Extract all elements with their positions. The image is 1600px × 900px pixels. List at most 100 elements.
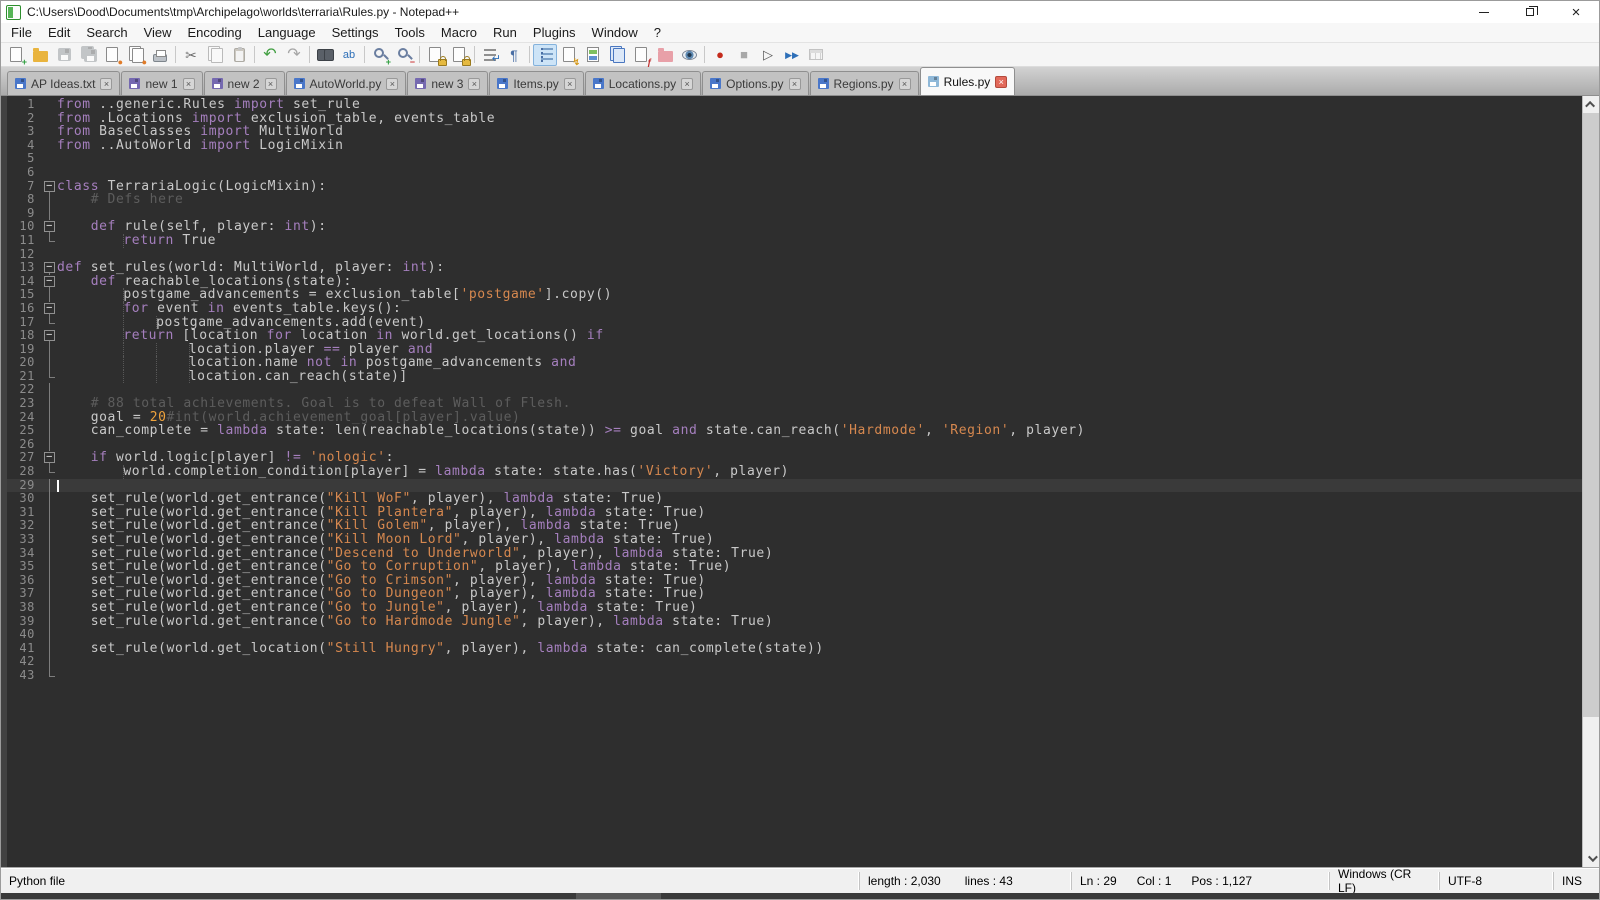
undo-icon[interactable]: ↶ — [258, 44, 282, 66]
fold-collapse-box[interactable]: – — [41, 329, 57, 343]
tab-close-icon[interactable]: × — [681, 78, 693, 90]
tab-new-2[interactable]: new 2× — [204, 71, 285, 95]
fold-collapse-box[interactable]: – — [41, 220, 57, 234]
cut-icon[interactable]: ✂ — [179, 44, 203, 66]
close-button[interactable]: × — [1553, 1, 1599, 23]
menu-window[interactable]: Window — [584, 23, 646, 42]
doc-map-icon[interactable] — [581, 44, 605, 66]
code-line-5[interactable]: 5 — [7, 152, 1582, 166]
find-icon[interactable] — [313, 44, 337, 66]
tab-new-1[interactable]: new 1× — [121, 71, 202, 95]
doc-switcher-icon[interactable] — [605, 44, 629, 66]
menu-edit[interactable]: Edit — [40, 23, 78, 42]
menu-tools[interactable]: Tools — [387, 23, 433, 42]
code-line-18[interactable]: 18–return [location for location in worl… — [7, 329, 1582, 343]
menu-search[interactable]: Search — [78, 23, 135, 42]
code-line-33[interactable]: 33set_rule(world.get_entrance("Kill Moon… — [7, 533, 1582, 547]
code-line-30[interactable]: 30set_rule(world.get_entrance("Kill WoF"… — [7, 492, 1582, 506]
macro-record-icon[interactable]: ● — [708, 44, 732, 66]
copy-icon[interactable] — [203, 44, 227, 66]
tab-ap-ideas-txt[interactable]: AP Ideas.txt× — [7, 71, 120, 95]
fold-collapse-box[interactable]: – — [41, 451, 57, 465]
menu-file[interactable]: File — [3, 23, 40, 42]
code-line-6[interactable]: 6 — [7, 166, 1582, 180]
menu-[interactable]: ? — [646, 23, 669, 42]
code-line-19[interactable]: 19location.player == player and — [7, 343, 1582, 357]
vertical-scrollbar[interactable] — [1582, 96, 1599, 867]
tab-autoworld-py[interactable]: AutoWorld.py× — [286, 71, 407, 95]
scrollbar-thumb[interactable] — [1583, 113, 1599, 717]
fold-collapse-box[interactable]: – — [41, 275, 57, 289]
print-icon[interactable] — [148, 44, 172, 66]
menu-encoding[interactable]: Encoding — [180, 23, 250, 42]
code-line-26[interactable]: 26 — [7, 438, 1582, 452]
scroll-up-button[interactable] — [1583, 96, 1599, 113]
code-line-12[interactable]: 12 — [7, 248, 1582, 262]
tab-new-3[interactable]: new 3× — [407, 71, 488, 95]
tab-close-icon[interactable]: × — [183, 78, 195, 90]
sync-vertical-scroll-icon[interactable] — [423, 44, 447, 66]
restore-button[interactable] — [1507, 1, 1553, 23]
code-line-35[interactable]: 35set_rule(world.get_entrance("Go to Cor… — [7, 560, 1582, 574]
code-line-14[interactable]: 14–def reachable_locations(state): — [7, 275, 1582, 289]
code-area[interactable]: 1from ..generic.Rules import set_rule2fr… — [7, 96, 1582, 867]
macro-play-icon[interactable]: ▷ — [756, 44, 780, 66]
function-list-icon[interactable]: ƒ — [629, 44, 653, 66]
paste-icon[interactable] — [227, 44, 251, 66]
code-line-28[interactable]: 28world.completion_condition[player] = l… — [7, 465, 1582, 479]
editor[interactable]: 1from ..generic.Rules import set_rule2fr… — [1, 95, 1599, 867]
folder-workspace-icon[interactable] — [653, 44, 677, 66]
code-line-23[interactable]: 23# 88 total achievements. Goal is to de… — [7, 397, 1582, 411]
sync-horizontal-scroll-icon[interactable] — [447, 44, 471, 66]
code-line-31[interactable]: 31set_rule(world.get_entrance("Kill Plan… — [7, 506, 1582, 520]
menu-language[interactable]: Language — [250, 23, 324, 42]
code-line-8[interactable]: 8# Defs here — [7, 193, 1582, 207]
show-all-chars-icon[interactable]: ¶ — [502, 44, 526, 66]
tab-options-py[interactable]: Options.py× — [702, 71, 808, 95]
code-line-41[interactable]: 41set_rule(world.get_location("Still Hun… — [7, 642, 1582, 656]
tab-close-icon[interactable]: × — [995, 76, 1007, 88]
code-line-27[interactable]: 27–if world.logic[player] != 'nologic': — [7, 451, 1582, 465]
menu-settings[interactable]: Settings — [324, 23, 387, 42]
code-line-25[interactable]: 25can_complete = lambda state: len(reach… — [7, 424, 1582, 438]
menu-run[interactable]: Run — [485, 23, 525, 42]
tab-close-icon[interactable]: × — [265, 78, 277, 90]
code-line-17[interactable]: 17postgame_advancements.add(event) — [7, 316, 1582, 330]
code-line-20[interactable]: 20location.name not in postgame_advancem… — [7, 356, 1582, 370]
code-line-43[interactable]: 43 — [7, 669, 1582, 683]
close-all-icon[interactable]: ● — [124, 44, 148, 66]
code-line-4[interactable]: 4from ..AutoWorld import LogicMixin — [7, 139, 1582, 153]
menu-view[interactable]: View — [136, 23, 180, 42]
tab-rules-py[interactable]: Rules.py× — [920, 67, 1016, 95]
code-line-37[interactable]: 37set_rule(world.get_entrance("Go to Dun… — [7, 587, 1582, 601]
save-icon[interactable] — [52, 44, 76, 66]
redo-icon[interactable]: ↷ — [282, 44, 306, 66]
code-line-34[interactable]: 34set_rule(world.get_entrance("Descend t… — [7, 547, 1582, 561]
zoom-out-icon[interactable]: − — [392, 44, 416, 66]
zoom-in-icon[interactable]: + — [368, 44, 392, 66]
tab-items-py[interactable]: Items.py× — [489, 71, 583, 95]
code-line-7[interactable]: 7–class TerrariaLogic(LogicMixin): — [7, 180, 1582, 194]
menu-macro[interactable]: Macro — [433, 23, 485, 42]
word-wrap-icon[interactable]: ↵ — [478, 44, 502, 66]
code-line-21[interactable]: 21location.can_reach(state)] — [7, 370, 1582, 384]
menu-plugins[interactable]: Plugins — [525, 23, 584, 42]
open-file-icon[interactable] — [28, 44, 52, 66]
fold-collapse-box[interactable]: – — [41, 302, 57, 316]
code-line-22[interactable]: 22 — [7, 383, 1582, 397]
replace-icon[interactable]: ab — [337, 44, 361, 66]
code-line-1[interactable]: 1from ..generic.Rules import set_rule — [7, 98, 1582, 112]
code-line-39[interactable]: 39set_rule(world.get_entrance("Go to Har… — [7, 615, 1582, 629]
tab-close-icon[interactable]: × — [564, 78, 576, 90]
udl-icon[interactable]: ↯ — [557, 44, 581, 66]
monitoring-icon[interactable] — [677, 44, 701, 66]
save-all-icon[interactable] — [76, 44, 100, 66]
tab-close-icon[interactable]: × — [386, 78, 398, 90]
tab-close-icon[interactable]: × — [899, 78, 911, 90]
code-line-24[interactable]: 24goal = 20#int(world.achievement_goal[p… — [7, 411, 1582, 425]
code-line-2[interactable]: 2from .Locations import exclusion_table,… — [7, 112, 1582, 126]
scrollbar-track[interactable] — [1583, 113, 1599, 850]
code-line-16[interactable]: 16–for event in events_table.keys(): — [7, 302, 1582, 316]
tab-locations-py[interactable]: Locations.py× — [585, 71, 701, 95]
code-line-42[interactable]: 42 — [7, 655, 1582, 669]
